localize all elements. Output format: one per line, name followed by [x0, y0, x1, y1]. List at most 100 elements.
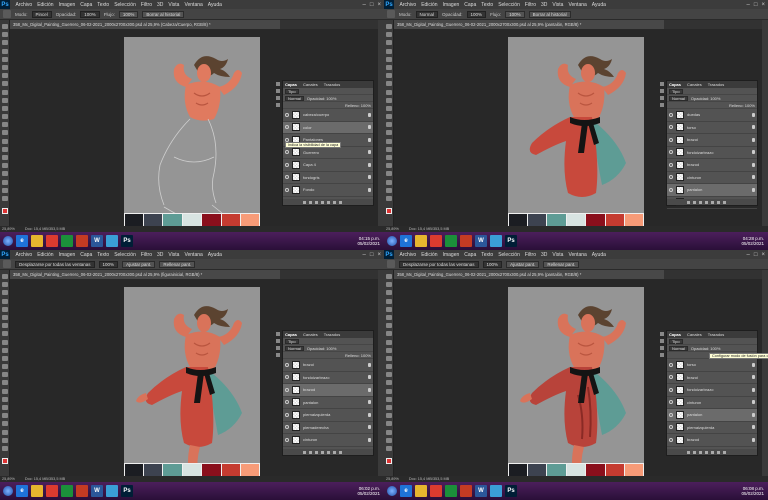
tool-icon[interactable] [385, 81, 392, 87]
new-layer-icon[interactable] [717, 200, 720, 204]
folder-icon[interactable] [711, 200, 714, 204]
tool-icon[interactable] [1, 429, 8, 435]
blend-mode-select[interactable]: Normal [669, 95, 688, 101]
tool-icon[interactable] [1, 114, 8, 120]
tool-icon[interactable] [385, 339, 392, 345]
tool-icon[interactable] [385, 89, 392, 95]
eye-icon[interactable] [285, 125, 289, 130]
layer-row[interactable]: pantalon [667, 409, 757, 422]
taskbar-app-icon[interactable] [61, 235, 73, 247]
adjustment-icon[interactable] [705, 200, 708, 204]
minimize-icon[interactable]: – [747, 252, 750, 258]
eye-icon[interactable] [669, 400, 673, 405]
menu-item-ayuda[interactable]: Ayuda [589, 2, 608, 8]
minimize-icon[interactable]: – [363, 2, 366, 8]
taskbar-app-icon[interactable] [490, 485, 502, 497]
tool-icon[interactable] [385, 155, 392, 160]
eye-icon[interactable] [285, 362, 289, 367]
layer-fill[interactable]: Relleno: 100% [345, 353, 371, 358]
tool-icon[interactable] [385, 405, 392, 410]
menu-item-vista[interactable]: Vista [166, 252, 182, 258]
foreground-color-swatch[interactable] [385, 208, 392, 215]
brush-tool-icon[interactable] [387, 10, 395, 18]
panel-tab-trazados[interactable]: Trazados [708, 81, 725, 88]
tool-icon[interactable] [385, 306, 392, 312]
eye-icon[interactable] [285, 187, 289, 192]
layer-row[interactable]: torso [667, 122, 757, 134]
eye-icon[interactable] [669, 125, 673, 130]
panel-tab-canales[interactable]: Canales [687, 331, 702, 338]
layer-row[interactable]: fondoizarbrazo [667, 147, 757, 159]
tool-icon[interactable] [1, 355, 8, 361]
tool-icon[interactable] [385, 290, 392, 296]
fx-icon[interactable] [309, 450, 312, 454]
taskbar-app-icon[interactable] [430, 485, 442, 497]
panel-icon[interactable] [659, 339, 664, 343]
foreground-color-swatch[interactable] [1, 208, 8, 215]
tool-icon[interactable] [1, 105, 8, 111]
menu-item-ayuda[interactable]: Ayuda [205, 2, 224, 8]
eye-icon[interactable] [669, 137, 673, 142]
tool-icon[interactable] [385, 122, 392, 128]
tool-icon[interactable] [385, 114, 392, 120]
taskbar-app-icon[interactable] [490, 235, 502, 247]
new-layer-icon[interactable] [333, 450, 336, 454]
tool-icon[interactable] [1, 339, 8, 345]
foreground-color-swatch[interactable] [385, 458, 392, 465]
layer-row[interactable]: cinturon [283, 434, 373, 447]
tool-icon[interactable] [385, 105, 392, 111]
tool-icon[interactable] [1, 97, 8, 103]
new-layer-icon[interactable] [717, 450, 720, 454]
tool-icon[interactable] [1, 437, 8, 443]
trash-icon[interactable] [723, 200, 726, 204]
layer-row[interactable]: cinturon [667, 397, 757, 409]
menu-item-archivo[interactable]: Archivo [13, 2, 35, 8]
eye-icon[interactable] [285, 112, 289, 117]
adjustment-icon[interactable] [321, 200, 324, 204]
menu-item-edición[interactable]: Edición [35, 2, 56, 8]
tool-icon[interactable] [385, 388, 392, 394]
windows-start-icon[interactable] [3, 236, 13, 246]
panel-tab-canales[interactable]: Canales [303, 331, 318, 338]
tool-icon[interactable] [1, 40, 8, 46]
flow-field[interactable]: 100% [505, 10, 525, 18]
taskbar-app-icon[interactable]: Ps [505, 235, 517, 247]
blend-mode-select[interactable]: Normal [285, 95, 304, 101]
layer-filter-select[interactable]: Tipo [669, 338, 683, 344]
tool-icon[interactable] [1, 187, 8, 193]
mode-select[interactable]: Pincel [31, 10, 52, 18]
menu-item-edición[interactable]: Edición [419, 2, 440, 8]
eye-icon[interactable] [669, 112, 673, 117]
tool-icon[interactable] [385, 282, 392, 288]
menu-item-filtro[interactable]: Filtro [138, 2, 154, 8]
menu-item-filtro[interactable]: Filtro [138, 252, 154, 258]
panel-icon[interactable] [659, 332, 664, 336]
extra-option-button[interactable]: Borrar al historial [528, 10, 571, 18]
eye-icon[interactable] [285, 387, 289, 392]
eye-icon[interactable] [669, 425, 673, 430]
eye-icon[interactable] [285, 412, 289, 417]
panel-icon[interactable] [275, 339, 280, 343]
menu-item-imagen[interactable]: Imagen [440, 2, 462, 8]
mask-icon[interactable] [315, 450, 318, 454]
artboard[interactable] [124, 287, 260, 477]
tool-icon[interactable] [1, 81, 8, 87]
opacity-field[interactable]: 100% [98, 260, 119, 268]
eye-icon[interactable] [669, 375, 673, 380]
document-tab[interactable]: 358_Mx_Digital_Painting_Guerrero_06-02-2… [10, 270, 280, 279]
eye-icon[interactable] [669, 387, 673, 392]
tool-icon[interactable] [385, 331, 392, 337]
taskbar-app-icon[interactable] [415, 235, 427, 247]
trash-icon[interactable] [339, 450, 342, 454]
taskbar-app-icon[interactable] [76, 485, 88, 497]
layer-fill[interactable]: Relleno: 100% [345, 103, 371, 108]
tool-icon[interactable] [1, 56, 8, 62]
taskbar-app-icon[interactable]: e [400, 485, 412, 497]
layer-row[interactable]: brazoi [667, 372, 757, 384]
tool-icon[interactable] [385, 187, 392, 193]
panel-tab-canales[interactable]: Canales [687, 81, 702, 88]
folder-icon[interactable] [711, 450, 714, 454]
layer-row[interactable]: fondoizarbrazo [283, 372, 373, 384]
eye-icon[interactable] [669, 187, 673, 192]
menu-item-ventana[interactable]: Ventana [566, 2, 589, 8]
